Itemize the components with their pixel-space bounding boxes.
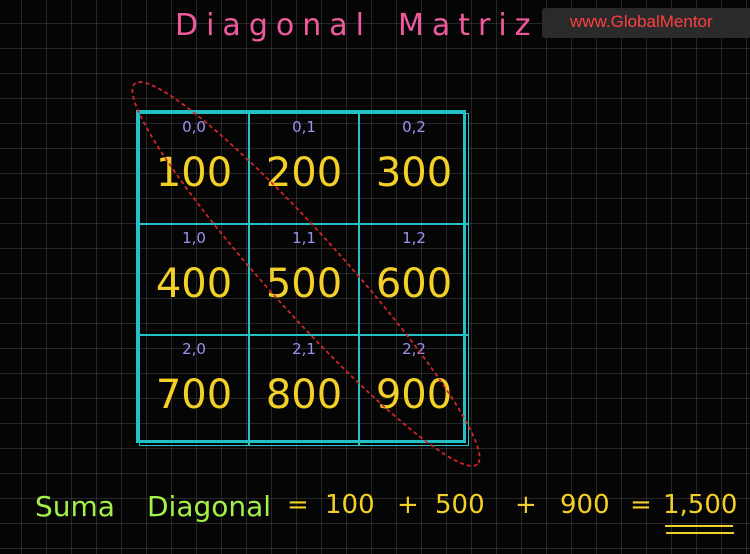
sum-label-diagonal: Diagonal <box>147 490 272 523</box>
matrix-cell: 2,1 800 <box>249 335 359 446</box>
matrix-cell: 2,2 900 <box>359 335 469 446</box>
cell-index: 0,1 <box>292 118 316 136</box>
matrix-cell: 1,0 400 <box>139 224 249 335</box>
matrix-cell: 0,0 100 <box>139 113 249 224</box>
cell-value: 700 <box>155 372 233 418</box>
cell-index: 0,0 <box>182 118 206 136</box>
cell-index: 2,1 <box>292 340 316 358</box>
matrix-cell: 2,0 700 <box>139 335 249 446</box>
matrix-cell: 0,1 200 <box>249 113 359 224</box>
cell-value: 400 <box>155 261 233 307</box>
cell-index: 1,0 <box>182 229 206 247</box>
watermark-banner: www.GlobalMentor <box>542 8 750 38</box>
equals-sign: = <box>287 490 309 520</box>
matrix-cell: 0,2 300 <box>359 113 469 224</box>
cell-value: 100 <box>155 150 233 196</box>
title-matriz: Matriz <box>398 8 539 43</box>
cell-value: 200 <box>265 150 343 196</box>
cell-value: 500 <box>265 261 343 307</box>
cell-index: 1,2 <box>402 229 426 247</box>
sum-result: 1,500 <box>663 490 738 520</box>
cell-value: 900 <box>375 372 453 418</box>
cell-index: 2,2 <box>402 340 426 358</box>
cell-value: 600 <box>375 261 453 307</box>
sum-label-suma: Suma <box>35 490 115 523</box>
sum-term: 500 <box>435 490 485 520</box>
sum-equation: Suma Diagonal = 100 + 500 + 900 = 1,500 <box>35 490 745 530</box>
plus-sign: + <box>515 490 537 520</box>
matrix-grid: 0,0 100 0,1 200 0,2 300 1,0 400 1,1 500 … <box>136 110 469 446</box>
sum-term: 100 <box>325 490 375 520</box>
cell-index: 1,1 <box>292 229 316 247</box>
equals-sign: = <box>630 490 652 520</box>
matrix-cell: 1,1 500 <box>249 224 359 335</box>
cell-value: 800 <box>265 372 343 418</box>
matrix-cell: 1,2 600 <box>359 224 469 335</box>
cell-index: 2,0 <box>182 340 206 358</box>
watermark-text: www.GlobalMentor <box>570 12 713 31</box>
plus-sign: + <box>397 490 419 520</box>
sum-term: 900 <box>560 490 610 520</box>
title-diagonal: Diagonal <box>175 8 372 43</box>
cell-index: 0,2 <box>402 118 426 136</box>
cell-value: 300 <box>375 150 453 196</box>
